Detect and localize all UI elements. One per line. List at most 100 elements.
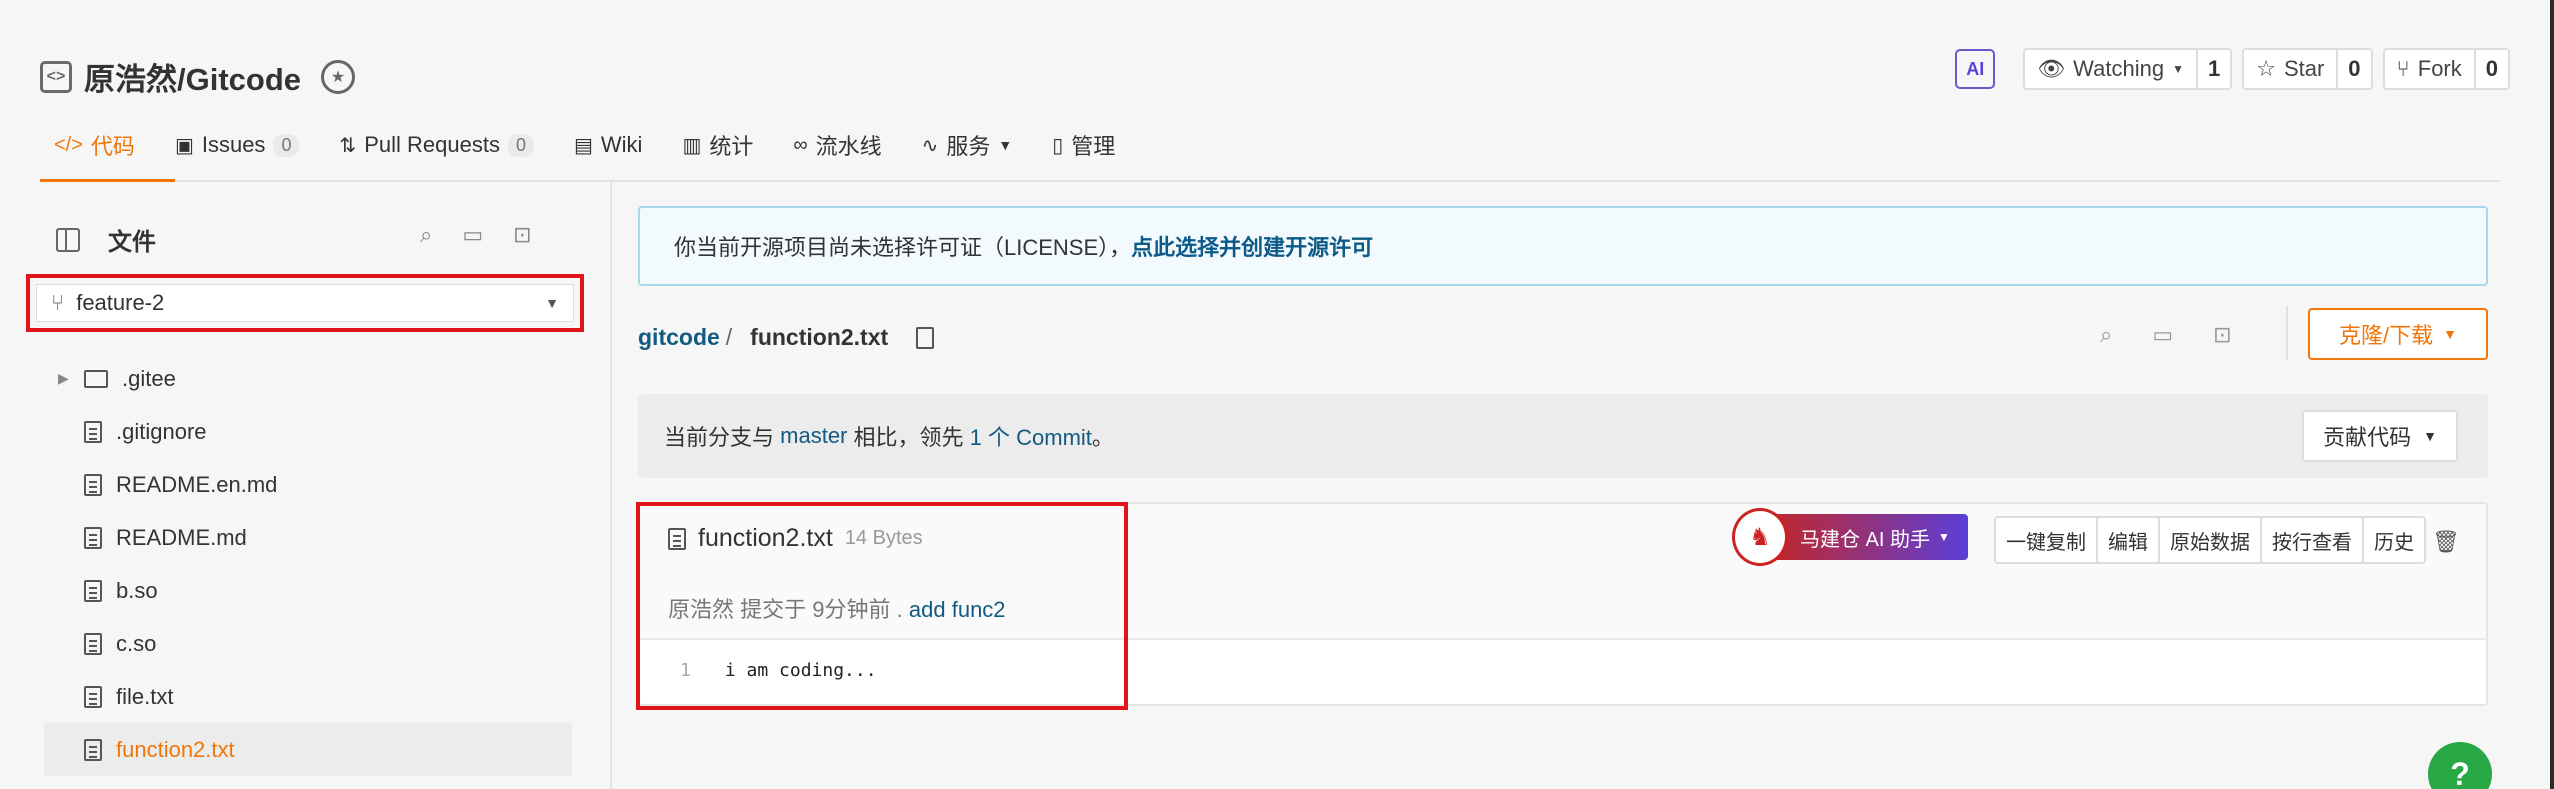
tab-pipeline[interactable]: ∞ 流水线 — [793, 109, 921, 181]
tab-label: Issues — [201, 132, 266, 157]
bar-chart-icon: ▥ — [682, 134, 702, 157]
fork-count[interactable]: 0 — [2473, 50, 2508, 88]
caret-down-icon: ▼ — [2443, 326, 2457, 342]
caret-down-icon: ▼ — [545, 295, 559, 311]
branch-selector[interactable]: ⑂ feature-2 ▼ — [36, 284, 574, 322]
fork-button[interactable]: ⑂ Fork 0 — [2382, 48, 2510, 90]
search-icon[interactable]: ⌕ — [420, 222, 432, 248]
tab-label: 管理 — [1071, 134, 1116, 159]
monitor-icon[interactable]: ▭ — [462, 222, 483, 248]
breadcrumb-root[interactable]: gitcode — [638, 324, 720, 351]
tree-file-function2-txt[interactable]: function2.txt — [44, 723, 572, 776]
code-brackets-icon: <> — [40, 60, 72, 93]
breadcrumb-separator: / — [725, 324, 733, 350]
repo-actions: AI 👁 Watching ▼ 1 ☆ Star 0 ⑂ Fork 0 — [1955, 48, 2510, 90]
pulse-icon: ∿ — [921, 134, 939, 157]
fork-icon: ⑂ — [2396, 56, 2410, 81]
eye-icon: 👁 — [2037, 56, 2066, 81]
tree-item-label: README.en.md — [116, 471, 278, 497]
compare-commit-count[interactable]: 1 个 Commit — [970, 420, 1092, 452]
tab-stats[interactable]: ▥ 统计 — [682, 109, 793, 181]
tab-count: 0 — [273, 133, 300, 157]
file-highlight-box — [636, 502, 1128, 710]
file-view-tools: ⌕ ▭ ⊡ — [2100, 322, 2232, 348]
compare-middle: 相比，领先 — [853, 425, 964, 450]
edit-button[interactable]: 编辑 — [2098, 518, 2160, 562]
ai-button[interactable]: AI — [1955, 49, 1996, 89]
history-button[interactable]: 历史 — [2364, 518, 2424, 562]
caret-down-icon: ▼ — [2172, 62, 2184, 76]
tree-file-gitignore[interactable]: .gitignore — [44, 405, 572, 458]
license-link[interactable]: 点此选择并创建开源许可 — [1131, 230, 1373, 262]
ai-assistant-label: 马建仓 AI 助手 — [1800, 528, 1931, 551]
tab-services[interactable]: ∿ 服务 ▼ — [922, 109, 1053, 181]
divider — [2286, 306, 2288, 360]
tab-label: Pull Requests — [364, 132, 500, 157]
monitor-icon[interactable]: ▭ — [2152, 322, 2173, 348]
tab-wiki[interactable]: ▤ Wiki — [574, 109, 682, 181]
file-actions: 一键复制 编辑 原始数据 按行查看 历史 — [1994, 516, 2426, 564]
tab-label: 流水线 — [815, 134, 882, 159]
tab-count: 0 — [507, 133, 534, 157]
tree-item-label: file.txt — [116, 683, 174, 709]
caret-down-icon: ▼ — [998, 137, 1013, 153]
contribute-label: 贡献代码 — [2323, 425, 2412, 450]
tree-item-label: c.so — [116, 630, 157, 656]
document-icon: ▯ — [1052, 134, 1064, 157]
code-icon: </> — [54, 133, 83, 156]
compare-base-branch[interactable]: master — [780, 423, 847, 449]
tab-label: 代码 — [90, 134, 135, 159]
tree-folder-gitee[interactable]: ▶ .gitee — [44, 352, 572, 405]
contribute-button[interactable]: 贡献代码 ▼ — [2302, 410, 2458, 462]
sidebar-toggle-icon[interactable] — [56, 227, 80, 252]
branch-name: feature-2 — [76, 290, 165, 315]
award-badge-icon[interactable]: ★ — [321, 59, 356, 94]
clone-download-button[interactable]: 克隆/下载 ▼ — [2308, 308, 2488, 360]
copy-all-button[interactable]: 一键复制 — [1996, 518, 2098, 562]
watch-count[interactable]: 1 — [2195, 50, 2230, 88]
tab-label: 统计 — [709, 134, 754, 159]
file-icon — [84, 685, 102, 708]
branch-highlight: ⑂ feature-2 ▼ — [26, 274, 584, 332]
tab-label: 服务 — [946, 134, 991, 159]
sidebar-header: 文件 — [56, 222, 156, 257]
caret-down-icon: ▼ — [1938, 530, 1950, 544]
tree-item-label: README.md — [116, 524, 247, 550]
tree-file-c-so[interactable]: c.so — [44, 617, 572, 670]
help-button[interactable]: ? — [2428, 742, 2492, 789]
star-icon: ☆ — [2256, 56, 2276, 81]
folder-icon — [84, 369, 108, 388]
file-tree: ▶ .gitee .gitignore README.en.md README.… — [44, 352, 572, 776]
line-view-button[interactable]: 按行查看 — [2262, 518, 2364, 562]
copy-icon[interactable] — [916, 326, 935, 349]
tree-item-label: function2.txt — [116, 736, 235, 762]
branch-icon: ⑂ — [51, 290, 65, 315]
code-review-icon[interactable]: ⊡ — [2213, 322, 2231, 348]
star-count[interactable]: 0 — [2336, 50, 2370, 88]
tree-file-file-txt[interactable]: file.txt — [44, 670, 572, 723]
code-review-icon[interactable]: ⊡ — [513, 222, 531, 248]
search-icon[interactable]: ⌕ — [2100, 322, 2112, 348]
repo-title[interactable]: 原浩然/Gitcode — [84, 54, 301, 99]
breadcrumb-file: function2.txt — [750, 324, 889, 350]
ai-assistant-button[interactable]: ♞ 马建仓 AI 助手 ▼ — [1732, 508, 1968, 566]
file-icon — [84, 738, 102, 761]
chevron-right-icon[interactable]: ▶ — [58, 370, 70, 387]
tab-code[interactable]: </> 代码 — [40, 109, 175, 183]
ai-assistant-label-wrap[interactable]: 马建仓 AI 助手 ▼ — [1774, 514, 1968, 560]
tree-file-readme[interactable]: README.md — [44, 511, 572, 564]
license-notice: 你当前开源项目尚未选择许可证（LICENSE）， 点此选择并创建开源许可 — [638, 206, 2488, 286]
tab-manage[interactable]: ▯ 管理 — [1052, 109, 1155, 181]
raw-button[interactable]: 原始数据 — [2160, 518, 2262, 562]
file-icon — [84, 420, 102, 443]
tab-pull-requests[interactable]: ⇅ Pull Requests 0 — [339, 109, 574, 181]
repo-header: <> 原浩然/Gitcode ★ — [40, 54, 356, 99]
branch-compare-bar: 当前分支与 master 相比，领先 1 个 Commit 。 — [638, 394, 2488, 478]
file-icon — [84, 632, 102, 655]
watch-button[interactable]: 👁 Watching ▼ 1 — [2023, 48, 2233, 90]
trash-icon[interactable]: 🗑 — [2424, 520, 2468, 564]
tab-issues[interactable]: ▣ Issues 0 — [175, 109, 340, 181]
tree-file-b-so[interactable]: b.so — [44, 564, 572, 617]
star-button[interactable]: ☆ Star 0 — [2242, 48, 2373, 90]
tree-file-readme-en[interactable]: README.en.md — [44, 458, 572, 511]
